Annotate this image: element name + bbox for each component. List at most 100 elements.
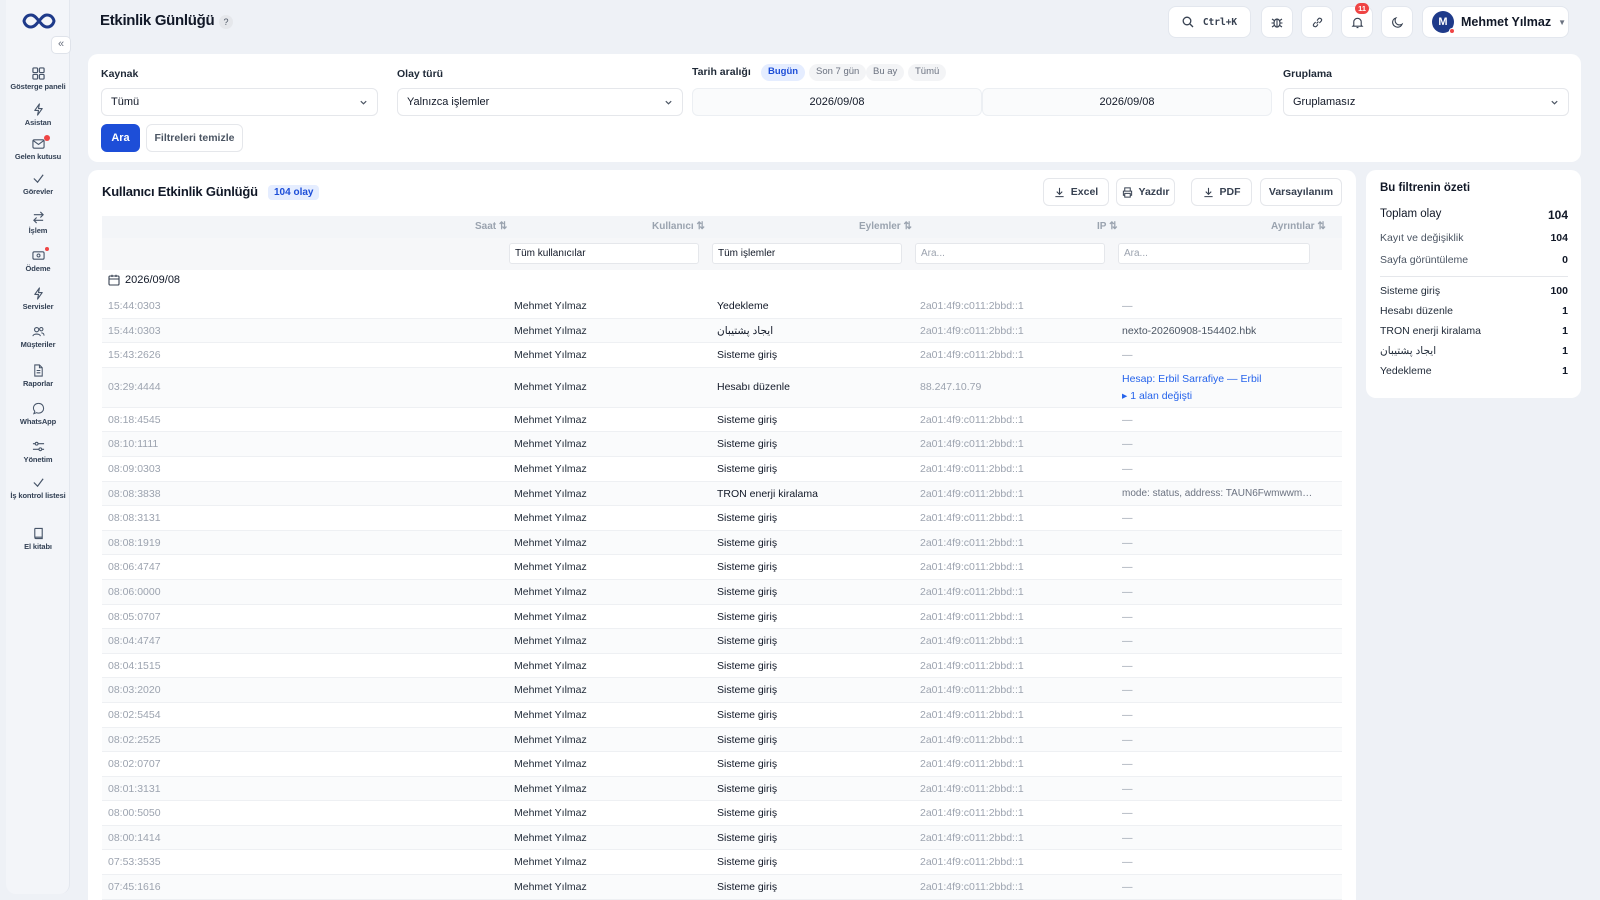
- table-row[interactable]: 08:06:4747 Mehmet Yılmaz Sisteme giriş 2a01…: [102, 555, 1342, 580]
- table-row[interactable]: 15:43:2626 Mehmet Yılmaz Sisteme giriş 2a01…: [102, 343, 1342, 368]
- grouping-select[interactable]: Gruplamasız: [1283, 88, 1569, 116]
- cell-action: Sisteme giriş: [717, 831, 778, 844]
- export-excel-button[interactable]: Excel: [1043, 178, 1109, 206]
- preset-last-7-days[interactable]: Son 7 gün: [809, 64, 867, 81]
- summary-row: Yedekleme 1: [1380, 365, 1568, 377]
- sidebar-item-services[interactable]: Servisler: [6, 287, 70, 311]
- preset-today[interactable]: Bugün: [761, 64, 806, 81]
- table-row[interactable]: 08:10:1111 Mehmet Yılmaz Sisteme giriş 2a01…: [102, 432, 1342, 457]
- table-row[interactable]: 08:01:3131 Mehmet Yılmaz Sisteme giriş 2a01…: [102, 776, 1342, 802]
- avatar: M: [1432, 11, 1455, 34]
- event-type-value: Yalnızca işlemler: [407, 96, 490, 108]
- print-button[interactable]: Yazdır: [1116, 178, 1175, 206]
- table-row[interactable]: 15:44:0303 Mehmet Yılmaz Yedekleme 2a01:4f9…: [102, 294, 1342, 319]
- cell-time: 15:44:0303: [108, 324, 161, 337]
- details-filter-input[interactable]: Ara...: [1118, 243, 1310, 264]
- table-row[interactable]: 08:08:1919 Mehmet Yılmaz Sisteme giriş 2a01…: [102, 530, 1342, 556]
- cell-action: Sisteme giriş: [717, 684, 778, 697]
- sidebar-item-management[interactable]: Yönetim: [6, 440, 70, 464]
- cell-action: TRON enerji kiralama: [717, 487, 818, 500]
- ip-filter-input[interactable]: Ara...: [915, 243, 1105, 264]
- table-row[interactable]: 08:03:2020 Mehmet Yılmaz Sisteme giriş 2a01…: [102, 678, 1342, 703]
- sidebar-item-handbook[interactable]: El kitabı: [6, 527, 70, 551]
- debug-button[interactable]: [1261, 6, 1293, 38]
- column-header-label: IP: [1097, 221, 1107, 232]
- table-row[interactable]: 08:00:1414 Mehmet Yılmaz Sisteme giriş 2a01…: [102, 825, 1342, 851]
- table-row[interactable]: 08:05:0707 Mehmet Yılmaz Sisteme giriş 2a01…: [102, 605, 1342, 630]
- sidebar-item-payment[interactable]: Ödeme: [6, 247, 70, 273]
- user-filter-select[interactable]: Tüm kullanıcılar: [509, 243, 699, 264]
- sidebar-item-transaction[interactable]: İşlem: [6, 211, 70, 235]
- sidebar-item-customers[interactable]: Müşteriler: [6, 325, 70, 349]
- cell-time: 08:09:0303: [108, 462, 161, 475]
- preset-this-month[interactable]: Bu ay: [866, 64, 905, 81]
- default-view-button[interactable]: Varsayılanım: [1260, 178, 1342, 206]
- column-header-ip[interactable]: IP ⇅: [1097, 221, 1117, 232]
- table-row[interactable]: 08:09:0303 Mehmet Yılmaz Sisteme giriş 2a01…: [102, 457, 1342, 482]
- event-type-select[interactable]: Yalnızca işlemler: [397, 88, 683, 116]
- cell-ip: 2a01:4f9:c011:2bbd::1: [920, 300, 1024, 312]
- filter-panel: Kaynak Tümü Olay türü Yalnızca işlemler …: [88, 54, 1581, 162]
- column-header-details[interactable]: Ayrıntılar ⇅: [1271, 221, 1326, 232]
- cell-action: Sisteme giriş: [717, 708, 778, 721]
- file-icon: [33, 364, 43, 377]
- action-filter-select[interactable]: Tüm işlemler: [712, 243, 902, 264]
- table-row[interactable]: 03:29:4444 Mehmet Yılmaz Hesabı düzenle 88.…: [102, 367, 1342, 408]
- cell-details: —: [1122, 561, 1133, 574]
- moon-icon: [1391, 16, 1403, 28]
- table-row[interactable]: 08:02:0707 Mehmet Yılmaz Sisteme giriş 2a01…: [102, 752, 1342, 777]
- card-icon: [31, 251, 45, 260]
- cell-details[interactable]: Hesap: Erbil Sarrafiye — Erbil: [1122, 373, 1261, 385]
- column-header-actions[interactable]: Eylemler ⇅: [859, 221, 912, 232]
- cell-time: 08:01:3131: [108, 782, 161, 795]
- source-select[interactable]: Tümü: [101, 88, 378, 116]
- help-icon[interactable]: ?: [219, 15, 233, 29]
- cell-ip: 2a01:4f9:c011:2bbd::1: [920, 536, 1024, 549]
- cell-user: Mehmet Yılmaz: [514, 487, 587, 500]
- cell-details: nexto-20260908-154402.hbk: [1122, 324, 1257, 337]
- theme-toggle-button[interactable]: [1381, 6, 1413, 38]
- sidebar-item-reports[interactable]: Raporlar: [6, 364, 70, 388]
- cell-details: —: [1122, 733, 1133, 746]
- cell-details: —: [1122, 610, 1133, 623]
- column-header-time[interactable]: Saat ⇅: [475, 221, 507, 232]
- sidebar-item-assistant[interactable]: Asistan: [6, 103, 70, 127]
- summary-value: 1: [1562, 365, 1568, 377]
- command-search-button[interactable]: Ctrl+K: [1168, 6, 1251, 38]
- column-header-user[interactable]: Kullanıcı ⇅: [652, 221, 705, 232]
- table-row[interactable]: 08:02:5454 Mehmet Yılmaz Sisteme giriş 2a01…: [102, 703, 1342, 728]
- summary-value: 100: [1550, 285, 1568, 297]
- column-header-label: Eylemler: [859, 221, 901, 232]
- table-row[interactable]: 07:45:1616 Mehmet Yılmaz Sisteme giriş 2a01…: [102, 875, 1342, 900]
- sidebar-collapse-button[interactable]: «: [51, 36, 71, 54]
- sidebar-item-tasks[interactable]: Görevler: [6, 172, 70, 196]
- table-row[interactable]: 08:08:3838 Mehmet Yılmaz TRON enerji kiral…: [102, 481, 1342, 507]
- export-pdf-button[interactable]: PDF: [1191, 178, 1252, 206]
- link-button[interactable]: [1301, 6, 1333, 38]
- sidebar-item-checklist[interactable]: İş kontrol listesi: [6, 476, 70, 500]
- logo-icon[interactable]: [22, 12, 56, 30]
- cell-user: Mehmet Yılmaz: [514, 585, 587, 598]
- table-row[interactable]: 08:00:5050 Mehmet Yılmaz Sisteme giriş 2a01…: [102, 801, 1342, 826]
- table-row[interactable]: 08:06:0000 Mehmet Yılmaz Sisteme giriş 2a01…: [102, 579, 1342, 605]
- notifications-button[interactable]: 11: [1341, 3, 1373, 38]
- clear-filters-button[interactable]: Filtreleri temizle: [146, 124, 243, 152]
- date-from-input[interactable]: 2026/09/08: [692, 88, 982, 116]
- sidebar-item-whatsapp[interactable]: WhatsApp: [6, 402, 70, 426]
- table-row[interactable]: 08:08:3131 Mehmet Yılmaz Sisteme giriş 2a01…: [102, 506, 1342, 531]
- user-menu-button[interactable]: M Mehmet Yılmaz ▼: [1422, 6, 1569, 38]
- table-row[interactable]: 08:04:1515 Mehmet Yılmaz Sisteme giriş 2a01…: [102, 654, 1342, 679]
- expand-changes-link[interactable]: ▸ 1 alan değişti: [1122, 390, 1192, 402]
- sidebar-item-inbox[interactable]: Gelen kutusu: [6, 135, 70, 161]
- search-button[interactable]: Ara: [101, 124, 140, 152]
- cell-time: 08:05:0707: [108, 610, 161, 623]
- table-row[interactable]: 08:02:2525 Mehmet Yılmaz Sisteme giriş 2a01…: [102, 727, 1342, 753]
- table-row[interactable]: 08:04:4747 Mehmet Yılmaz Sisteme giriş 2a01…: [102, 629, 1342, 654]
- date-to-input[interactable]: 2026/09/08: [982, 88, 1272, 116]
- cell-time: 03:29:4444: [108, 380, 161, 393]
- table-row[interactable]: 08:18:4545 Mehmet Yılmaz Sisteme giriş 2a01…: [102, 408, 1342, 433]
- sidebar-item-dashboard[interactable]: Gösterge paneli: [6, 67, 70, 91]
- table-row[interactable]: 15:44:0303 Mehmet Yılmaz ایجاد پشتیبان 2a01…: [102, 318, 1342, 344]
- table-row[interactable]: 07:53:3535 Mehmet Yılmaz Sisteme giriş 2a01…: [102, 850, 1342, 876]
- preset-all[interactable]: Tümü: [908, 64, 947, 81]
